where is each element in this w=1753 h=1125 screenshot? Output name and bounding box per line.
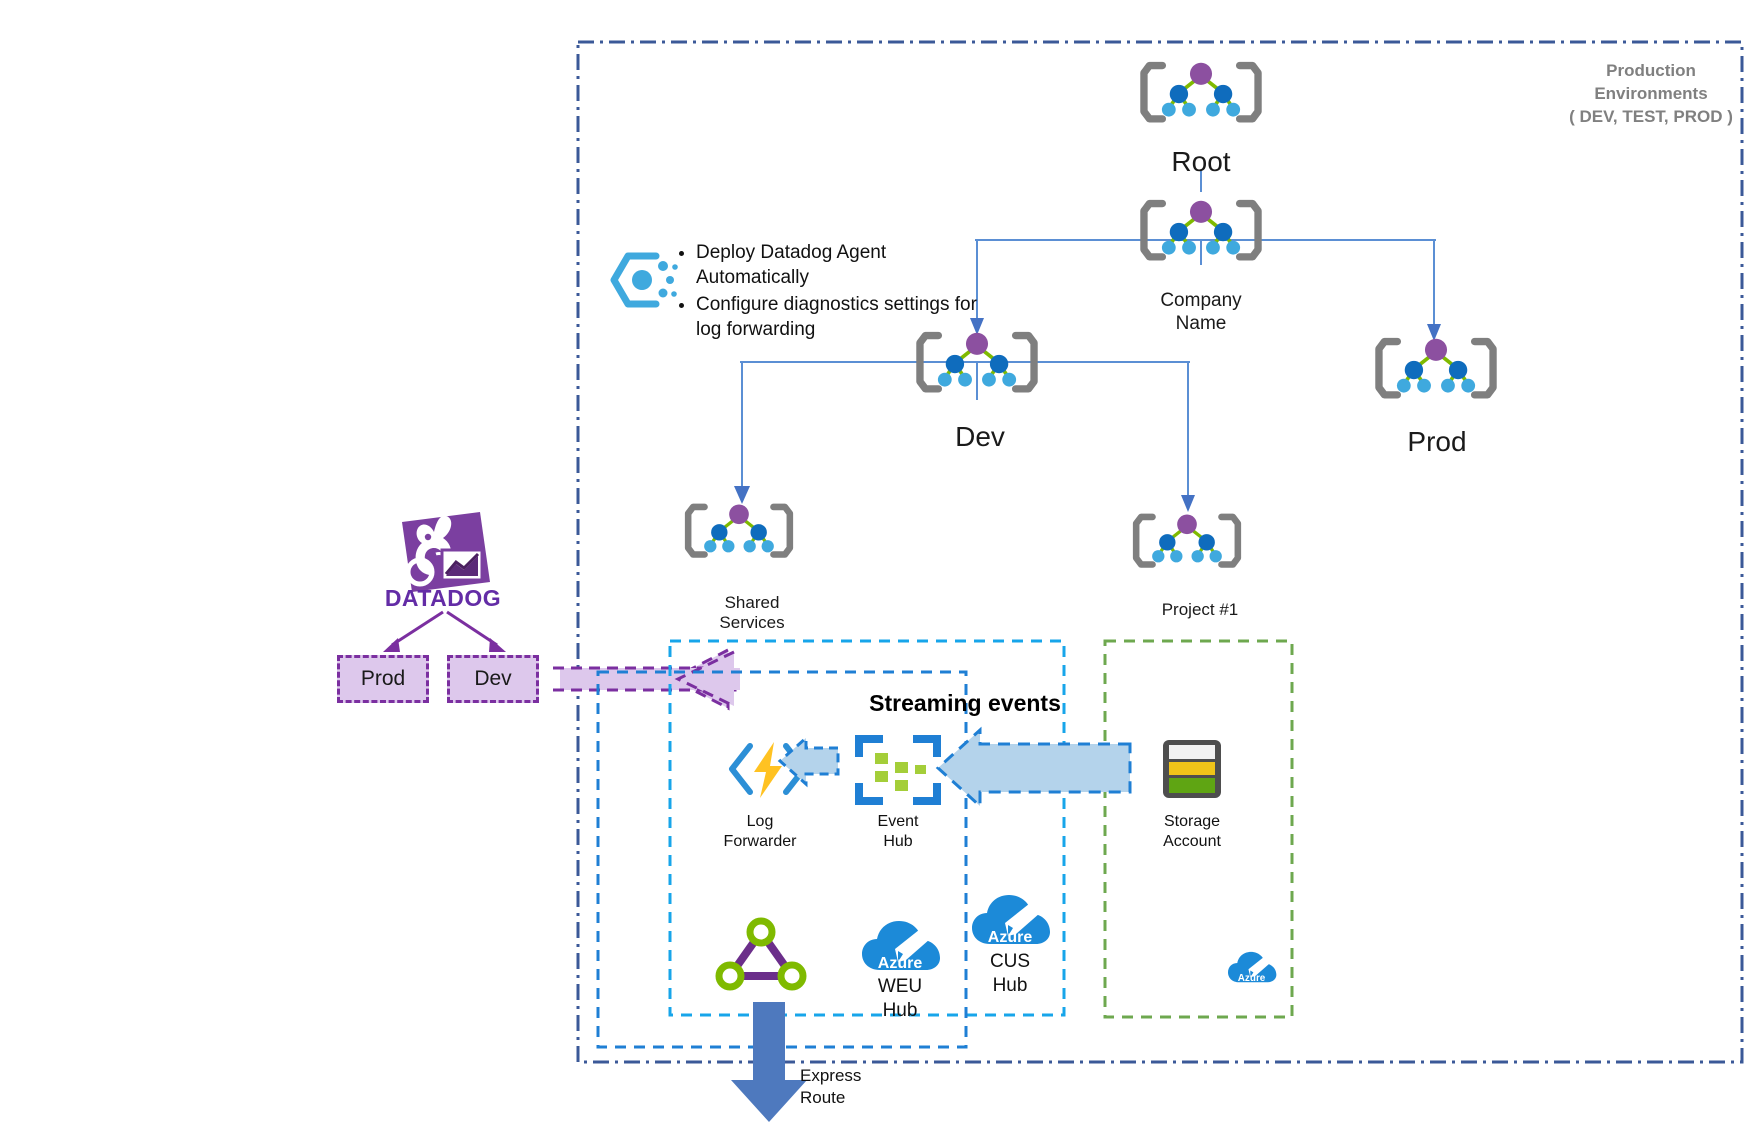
mg-label-root: Root <box>1171 146 1231 177</box>
resource-label-event-hub: Event Hub <box>877 813 919 850</box>
resource-label-cus-hub: CUS Hub <box>989 951 1031 996</box>
streaming-events-arrow <box>935 726 1132 810</box>
mg-label-prod: Prod <box>1407 426 1467 457</box>
azure-blueprint-icon-weu: Azure <box>862 915 946 972</box>
express-route-label: Express Route <box>800 1066 862 1108</box>
purple-log-flow-arrow <box>553 647 740 711</box>
diagram-vector-layer: Azure Azure Azure <box>383 40 1744 1122</box>
svg-text:Azure: Azure <box>878 955 923 972</box>
datadog-logo-icon <box>402 512 490 592</box>
policy-bullet-item: Deploy Datadog Agent Automatically <box>696 240 996 290</box>
datadog-org-dev[interactable]: Dev <box>447 655 539 703</box>
production-environments-label: Production Environments ( DEV, TEST, PRO… <box>1569 61 1733 126</box>
management-group-icon-prod <box>1375 337 1497 399</box>
event-hub-icon <box>855 735 941 805</box>
arrowhead-datadog-dev <box>489 638 506 652</box>
arrowhead-datadog-prod <box>383 638 400 652</box>
policy-callout-bullets: Deploy Datadog Agent Automatically Confi… <box>676 240 996 344</box>
datadog-org-prod[interactable]: Prod <box>337 655 429 703</box>
virtual-network-icon <box>715 917 807 991</box>
diagram-canvas: Azure Azure Azure Production Environment… <box>0 0 1753 1125</box>
management-group-icon-company <box>1140 199 1262 261</box>
streaming-events-label: Streaming events <box>869 690 1061 716</box>
svg-text:Azure: Azure <box>1238 973 1266 984</box>
production-environments-boundary <box>576 40 1744 1064</box>
azure-function-icon <box>729 742 807 798</box>
datadog-wordmark: DATADOG <box>384 585 502 611</box>
connector-datadog-boxes <box>391 610 498 647</box>
azure-policy-icon <box>610 252 678 308</box>
storage-account-icon <box>1163 740 1221 798</box>
mg-label-company: Company Name <box>1160 290 1242 334</box>
express-route-arrow <box>731 1002 807 1122</box>
azure-blueprint-icon-cus: Azure <box>972 889 1056 946</box>
resource-label-storage-account: Storage Account <box>1163 813 1221 850</box>
svg-text:Azure: Azure <box>988 929 1033 946</box>
mg-label-shared-services: Shared Services <box>719 593 785 633</box>
policy-bullet-item: Configure diagnostics settings for log f… <box>696 292 996 342</box>
azure-blueprint-icon-project1: Azure <box>1228 948 1281 984</box>
mg-label-dev: Dev <box>955 421 1005 452</box>
resource-label-weu-hub: WEU Hub <box>877 976 923 1021</box>
arrow-eventhub-to-logforwarder <box>777 734 840 788</box>
mg-label-project1: Project #1 <box>1161 600 1239 619</box>
resource-label-log-forwarder: Log Forwarder <box>723 813 797 850</box>
management-group-icon-project1 <box>1132 513 1242 568</box>
management-group-icon-root <box>1140 61 1262 123</box>
management-group-icon-shared-services <box>684 503 794 558</box>
